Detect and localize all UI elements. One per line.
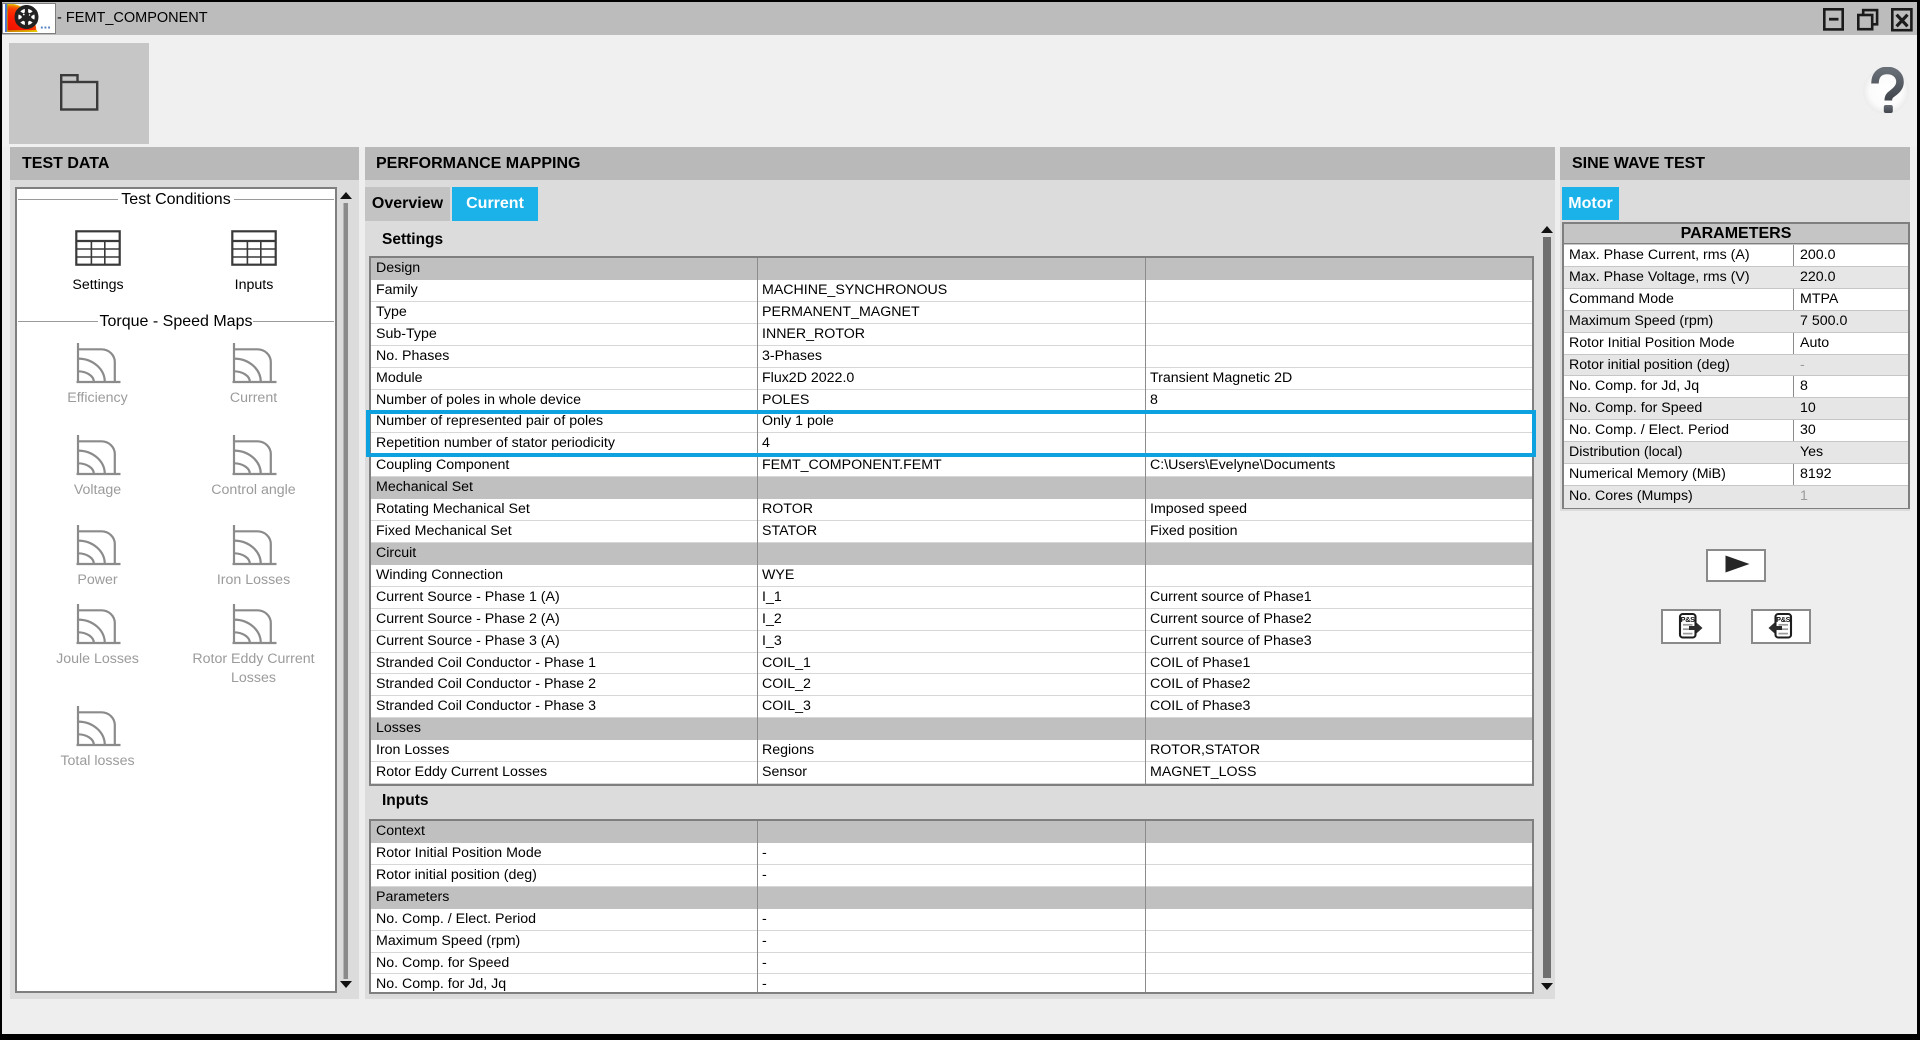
svg-text:P&S: P&S (1681, 615, 1696, 624)
svg-text:P&S: P&S (1776, 615, 1791, 624)
svg-text:...: ... (40, 17, 51, 32)
